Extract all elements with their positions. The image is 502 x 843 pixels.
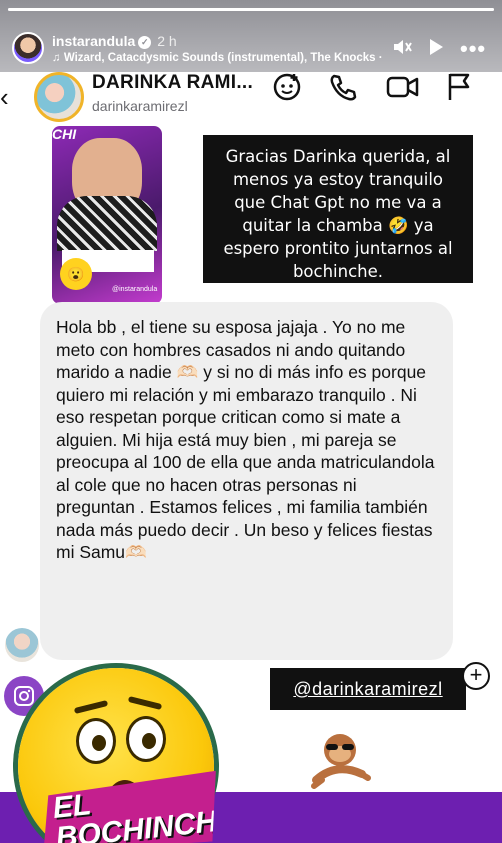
dm-contact-handle[interactable]: darinkaramirezl [92, 98, 188, 114]
mention-text[interactable]: @darinkaramirezl [293, 679, 442, 699]
more-options-icon[interactable]: ••• [460, 36, 486, 62]
phone-icon[interactable] [328, 72, 358, 107]
received-message-bubble: Hola bb , el tiene su esposa jajaja . Yo… [40, 302, 453, 660]
dm-header: ‹ DARINKA RAMI... darinkaramirezl [0, 72, 502, 130]
story-username[interactable]: instarandula [52, 33, 135, 49]
plus-icon[interactable]: + [462, 662, 490, 690]
dm-contact-avatar[interactable] [34, 72, 84, 122]
right-pupil [142, 733, 156, 749]
post-tag: @instarandula [112, 286, 158, 293]
post-person-shirt [57, 196, 157, 251]
story-header: instarandula ✓ 2 h ♫ Wizard, Catacdysmic S… [0, 0, 502, 72]
add-person-icon[interactable] [272, 72, 302, 107]
story-music[interactable]: ♫ Wizard, Catacdysmic Sounds (instrument… [52, 52, 382, 64]
monkey-sunglasses-sticker [306, 728, 376, 798]
flag-icon[interactable] [446, 72, 472, 107]
story-progress-bar [8, 8, 494, 11]
dm-contact-name[interactable]: DARINKA RAMI... [92, 72, 253, 94]
video-call-icon[interactable] [386, 72, 420, 107]
story-author-avatar[interactable] [12, 32, 44, 64]
story-username-row[interactable]: instarandula ✓ 2 h [52, 33, 177, 49]
story-time: 2 h [157, 33, 177, 49]
shared-post-thumbnail[interactable]: CHI 😮 @instarandula [52, 126, 162, 304]
left-eye [76, 718, 116, 764]
mention-sticker[interactable]: @darinkaramirezl [270, 668, 466, 710]
music-title[interactable]: Wizard, Catacdysmic Sounds (instrumental… [64, 52, 382, 64]
play-icon[interactable] [428, 38, 444, 61]
post-bochinche-emoji-icon: 😮 [60, 258, 92, 290]
back-arrow-icon[interactable]: ‹ [0, 82, 9, 113]
right-brow [127, 695, 163, 711]
verified-icon: ✓ [138, 35, 152, 49]
left-pupil [92, 735, 106, 751]
story-progress-fill [8, 8, 494, 11]
sender-avatar[interactable] [5, 628, 39, 662]
post-corner-text: CHI [52, 126, 77, 142]
mute-icon[interactable] [392, 38, 412, 61]
right-eye [126, 716, 166, 762]
left-brow [73, 699, 109, 715]
music-icon: ♫ [52, 52, 64, 64]
story-caption-text: Gracias Darinka querida, al menos ya est… [203, 135, 473, 283]
